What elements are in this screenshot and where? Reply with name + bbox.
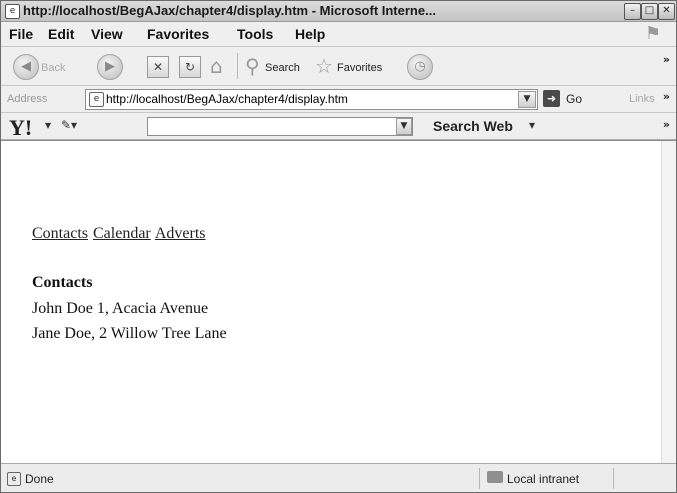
- status-separator: [613, 468, 614, 489]
- stop-icon[interactable]: ✕: [147, 56, 169, 78]
- contacts-heading: Contacts: [32, 274, 93, 291]
- browser-window: e http://localhost/BegAJax/chapter4/disp…: [0, 0, 677, 493]
- favorites-star-icon[interactable]: ☆: [315, 54, 333, 78]
- page-nav: Contacts Calendar Adverts: [32, 225, 207, 243]
- maximize-button[interactable]: □: [641, 3, 658, 20]
- search-web-dropdown-icon[interactable]: ▾: [529, 118, 535, 132]
- history-icon[interactable]: ◷: [407, 54, 433, 80]
- standard-toolbar: ◀ Back ▶ ✕ ↻ ⌂ ⚲ Search ☆ Favorites ◷ »: [1, 47, 676, 86]
- address-label: Address: [7, 93, 48, 105]
- toolbar-separator: [237, 53, 238, 79]
- links-overflow-chevron[interactable]: »: [663, 90, 670, 103]
- ie-page-icon: e: [5, 4, 20, 19]
- search-button-label[interactable]: Search: [265, 62, 300, 74]
- search-icon[interactable]: ⚲: [245, 54, 260, 78]
- menu-file[interactable]: File: [9, 26, 33, 42]
- title-bar: e http://localhost/BegAJax/chapter4/disp…: [1, 1, 676, 22]
- minimize-button[interactable]: –: [624, 3, 641, 20]
- nav-link-adverts[interactable]: Adverts: [155, 225, 206, 242]
- security-zone-label: Local intranet: [507, 472, 580, 486]
- status-text: Done: [25, 472, 54, 486]
- menu-favorites[interactable]: Favorites: [147, 26, 209, 42]
- windows-flag-icon: ⚑: [640, 23, 666, 45]
- yahoo-logo[interactable]: Y!: [9, 115, 32, 141]
- close-button[interactable]: ✕: [658, 3, 675, 20]
- yahoo-toolbar: Y! ▾ ✎▾ ▼ Search Web ▾ »: [1, 113, 676, 140]
- forward-arrow-icon[interactable]: ▶: [97, 54, 123, 80]
- status-bar: e Done Local intranet: [1, 463, 676, 492]
- window-title: http://localhost/BegAJax/chapter4/displa…: [23, 3, 436, 18]
- contact-entry: John Doe 1, Acacia Avenue: [32, 300, 209, 317]
- search-web-button[interactable]: Search Web: [433, 118, 513, 134]
- yahoo-search-input[interactable]: [147, 117, 413, 136]
- go-arrow-icon[interactable]: ➜: [543, 90, 560, 107]
- intranet-zone-icon: [487, 471, 503, 483]
- menu-edit[interactable]: Edit: [48, 26, 74, 42]
- go-button-label[interactable]: Go: [566, 92, 582, 106]
- address-bar: Address e http://localhost/BegAJax/chapt…: [1, 86, 676, 113]
- nav-link-calendar[interactable]: Calendar: [93, 225, 151, 242]
- vertical-scrollbar[interactable]: [661, 141, 676, 463]
- address-dropdown-arrow-icon[interactable]: ▼: [518, 91, 536, 108]
- refresh-icon[interactable]: ↻: [179, 56, 201, 78]
- contact-entry: Jane Doe, 2 Willow Tree Lane: [32, 325, 227, 342]
- toolbar-overflow-chevron[interactable]: »: [663, 53, 670, 66]
- page-icon: e: [89, 92, 104, 107]
- menu-help[interactable]: Help: [295, 26, 325, 42]
- yahoo-search-dropdown-icon[interactable]: ▼: [396, 118, 412, 135]
- address-field[interactable]: e http://localhost/BegAJax/chapter4/disp…: [85, 89, 538, 110]
- back-arrow-icon[interactable]: ◀: [13, 54, 39, 80]
- back-button-label[interactable]: Back: [41, 62, 65, 74]
- yahoo-menu-arrow-icon[interactable]: ▾: [45, 118, 51, 132]
- nav-link-contacts[interactable]: Contacts: [32, 225, 88, 242]
- links-label[interactable]: Links: [629, 93, 655, 105]
- page-done-icon: e: [7, 472, 21, 486]
- yahoo-overflow-chevron[interactable]: »: [663, 118, 670, 131]
- menu-bar: File Edit View Favorites Tools Help ⚑: [1, 22, 676, 47]
- menu-tools[interactable]: Tools: [237, 26, 273, 42]
- favorites-button-label[interactable]: Favorites: [337, 62, 382, 74]
- address-url[interactable]: http://localhost/BegAJax/chapter4/displa…: [106, 92, 348, 106]
- menu-view[interactable]: View: [91, 26, 123, 42]
- pencil-icon[interactable]: ✎▾: [61, 118, 77, 132]
- home-icon[interactable]: ⌂: [210, 54, 223, 78]
- page-content: Contacts Calendar Adverts Contacts John …: [1, 140, 676, 463]
- status-separator: [479, 468, 480, 489]
